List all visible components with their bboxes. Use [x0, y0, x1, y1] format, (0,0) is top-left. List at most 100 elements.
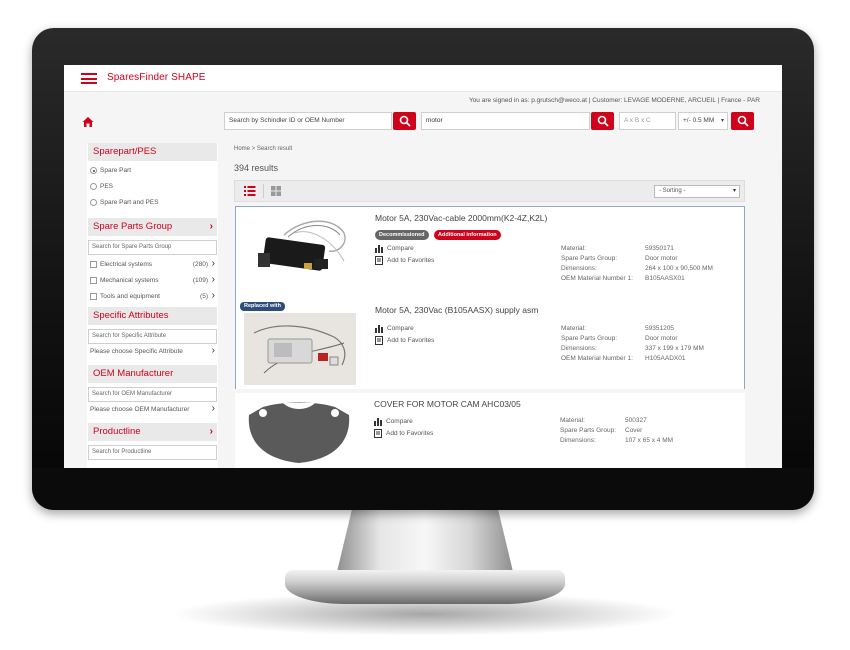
compare-label: Compare — [386, 418, 413, 425]
oem-label: OEM Material Number 1: — [561, 275, 633, 282]
compare-button[interactable]: Compare — [374, 417, 413, 426]
additional-info-badge[interactable]: Additional information — [434, 230, 501, 240]
dimensions-label: Dimensions: — [561, 265, 597, 272]
productline-search[interactable]: Search for Productline — [88, 445, 217, 460]
replaced-with-tag: Replaced with — [240, 302, 285, 311]
radio-spare-part-and-pes[interactable]: Spare Part and PES — [87, 196, 218, 212]
group-electrical-systems[interactable]: Electrical systems (280) › — [87, 257, 218, 273]
result-title[interactable]: Motor 5A, 230Vac-cable 2000mm(K2-4Z,K2L) — [375, 213, 547, 223]
material-label: Material: — [561, 325, 586, 332]
chevron-right-icon: › — [209, 221, 213, 232]
checkbox-label: Electrical systems — [100, 261, 153, 268]
group-value: Door motor — [645, 335, 678, 342]
grid-view-icon — [271, 186, 281, 196]
material-label: Material: — [561, 245, 586, 252]
group-mechanical-systems[interactable]: Mechanical systems (109) › — [87, 273, 218, 289]
chevron-down-icon: ▾ — [720, 118, 724, 124]
dimensions-label: Dimensions: — [560, 437, 596, 444]
favorites-icon — [375, 336, 383, 345]
menu-icon[interactable] — [81, 73, 97, 84]
group-label: Spare Parts Group: — [560, 427, 616, 434]
chevron-down-icon: ▾ — [732, 188, 736, 194]
filter-sidebar: Sparepart/PES Spare Part PES Spare Part … — [87, 143, 218, 468]
id-search-input[interactable]: Search by Schindler ID or OEM Number — [224, 112, 392, 130]
results-panel: Home > Search result 394 results - Sorti… — [232, 143, 752, 468]
result-group: Motor 5A, 230Vac-cable 2000mm(K2-4Z,K2L)… — [235, 206, 745, 389]
search-icon — [399, 115, 411, 127]
keyword-search-input[interactable]: motor — [421, 112, 590, 130]
facet-sparepart-header[interactable]: Sparepart/PES — [88, 143, 217, 161]
count-label: (280) — [192, 261, 208, 268]
specific-attribute-search[interactable]: Search for Specific Attribute — [88, 329, 217, 344]
product-image — [244, 213, 356, 285]
result-card[interactable]: COVER FOR MOTOR CAM AHC03/05 Compare Add… — [235, 393, 745, 468]
facet-title: Specific Attributes — [93, 310, 169, 321]
radio-spare-part[interactable]: Spare Part — [87, 164, 218, 180]
monitor-stand-neck — [335, 505, 515, 580]
oem-manufacturer-search[interactable]: Search for OEM Manufacturer — [88, 387, 217, 402]
product-image — [244, 313, 356, 385]
result-card[interactable]: Replaced with Motor 5A, 230Vac (B105AASX… — [236, 299, 744, 389]
grid-view-button[interactable] — [267, 184, 285, 198]
signed-in-info: You are signed in as: p.grutsch@weco.at … — [468, 97, 760, 104]
facet-title: Sparepart/PES — [93, 146, 157, 157]
favorites-icon — [375, 256, 383, 265]
radio-pes[interactable]: PES — [87, 180, 218, 196]
compare-label: Compare — [387, 325, 414, 332]
material-value: 59351205 — [645, 325, 674, 332]
chevron-right-icon: › — [209, 426, 213, 437]
dimension-search-button[interactable] — [731, 112, 754, 130]
group-label: Spare Parts Group: — [561, 255, 617, 262]
radio-icon — [90, 183, 97, 190]
oem-label: OEM Material Number 1: — [561, 355, 633, 362]
facet-specific-attributes-header[interactable]: Specific Attributes — [88, 307, 217, 325]
keyword-search-button[interactable] — [591, 112, 614, 130]
breadcrumb[interactable]: Home > Search result — [234, 146, 292, 152]
list-view-icon — [244, 186, 256, 196]
facet-productline-header[interactable]: Productline › — [88, 423, 217, 441]
spare-parts-group-search[interactable]: Search for Spare Parts Group — [88, 240, 217, 255]
toolbar-divider — [263, 184, 264, 198]
list-view-button[interactable] — [241, 184, 259, 198]
sort-value: - Sorting - — [659, 188, 686, 194]
monitor-chin — [32, 468, 814, 510]
checkbox-icon — [90, 261, 97, 268]
group-value: Door motor — [645, 255, 678, 262]
sort-select[interactable]: - Sorting - ▾ — [654, 185, 740, 198]
result-card[interactable]: Motor 5A, 230Vac-cable 2000mm(K2-4Z,K2L)… — [236, 207, 744, 297]
compare-icon — [374, 418, 382, 426]
result-title[interactable]: Motor 5A, 230Vac (B105AASX) supply asm — [375, 305, 538, 315]
dimensions-input[interactable]: A x B x C — [619, 112, 676, 130]
choose-specific-attribute[interactable]: Please choose Specific Attribute › — [87, 344, 218, 360]
add-to-favorites-button[interactable]: Add to Favorites — [375, 256, 434, 265]
choose-oem-manufacturer[interactable]: Please choose OEM Manufacturer › — [87, 402, 218, 418]
oem-value: H105AADX01 — [645, 355, 686, 362]
group-tools-and-equipment[interactable]: Tools and equipment (5) › — [87, 289, 218, 305]
facet-oem-manufacturer-header[interactable]: OEM Manufacturer — [88, 365, 217, 383]
search-icon — [737, 115, 749, 127]
home-icon[interactable] — [82, 116, 94, 128]
add-to-favorites-button[interactable]: Add to Favorites — [374, 429, 433, 438]
facet-title: Spare Parts Group — [93, 221, 173, 232]
tolerance-select[interactable]: +/- 0.5 MM ▾ — [678, 112, 728, 130]
radio-icon — [90, 199, 97, 206]
favorites-label: Add to Favorites — [386, 430, 434, 437]
results-toolbar: - Sorting - ▾ — [234, 180, 745, 202]
dimensions-value: 337 x 199 x 179 MM — [645, 345, 704, 352]
radio-label: PES — [100, 183, 114, 190]
facet-spare-parts-group-header[interactable]: Spare Parts Group › — [88, 218, 217, 236]
checkbox-icon — [90, 293, 97, 300]
compare-button[interactable]: Compare — [375, 324, 414, 333]
results-count: 394 results — [234, 163, 279, 173]
result-title[interactable]: COVER FOR MOTOR CAM AHC03/05 — [374, 399, 521, 409]
tolerance-value: +/- 0.5 MM — [683, 117, 715, 124]
compare-button[interactable]: Compare — [375, 244, 414, 253]
add-to-favorites-button[interactable]: Add to Favorites — [375, 336, 434, 345]
radio-label: Spare Part and PES — [100, 199, 159, 206]
chevron-right-icon: › — [211, 403, 215, 414]
choose-label: Please choose OEM Manufacturer — [90, 406, 190, 413]
favorites-icon — [374, 429, 382, 438]
chevron-right-icon: › — [211, 258, 215, 269]
decommissioned-badge: Decommissioned — [375, 230, 429, 240]
id-search-button[interactable] — [393, 112, 416, 130]
